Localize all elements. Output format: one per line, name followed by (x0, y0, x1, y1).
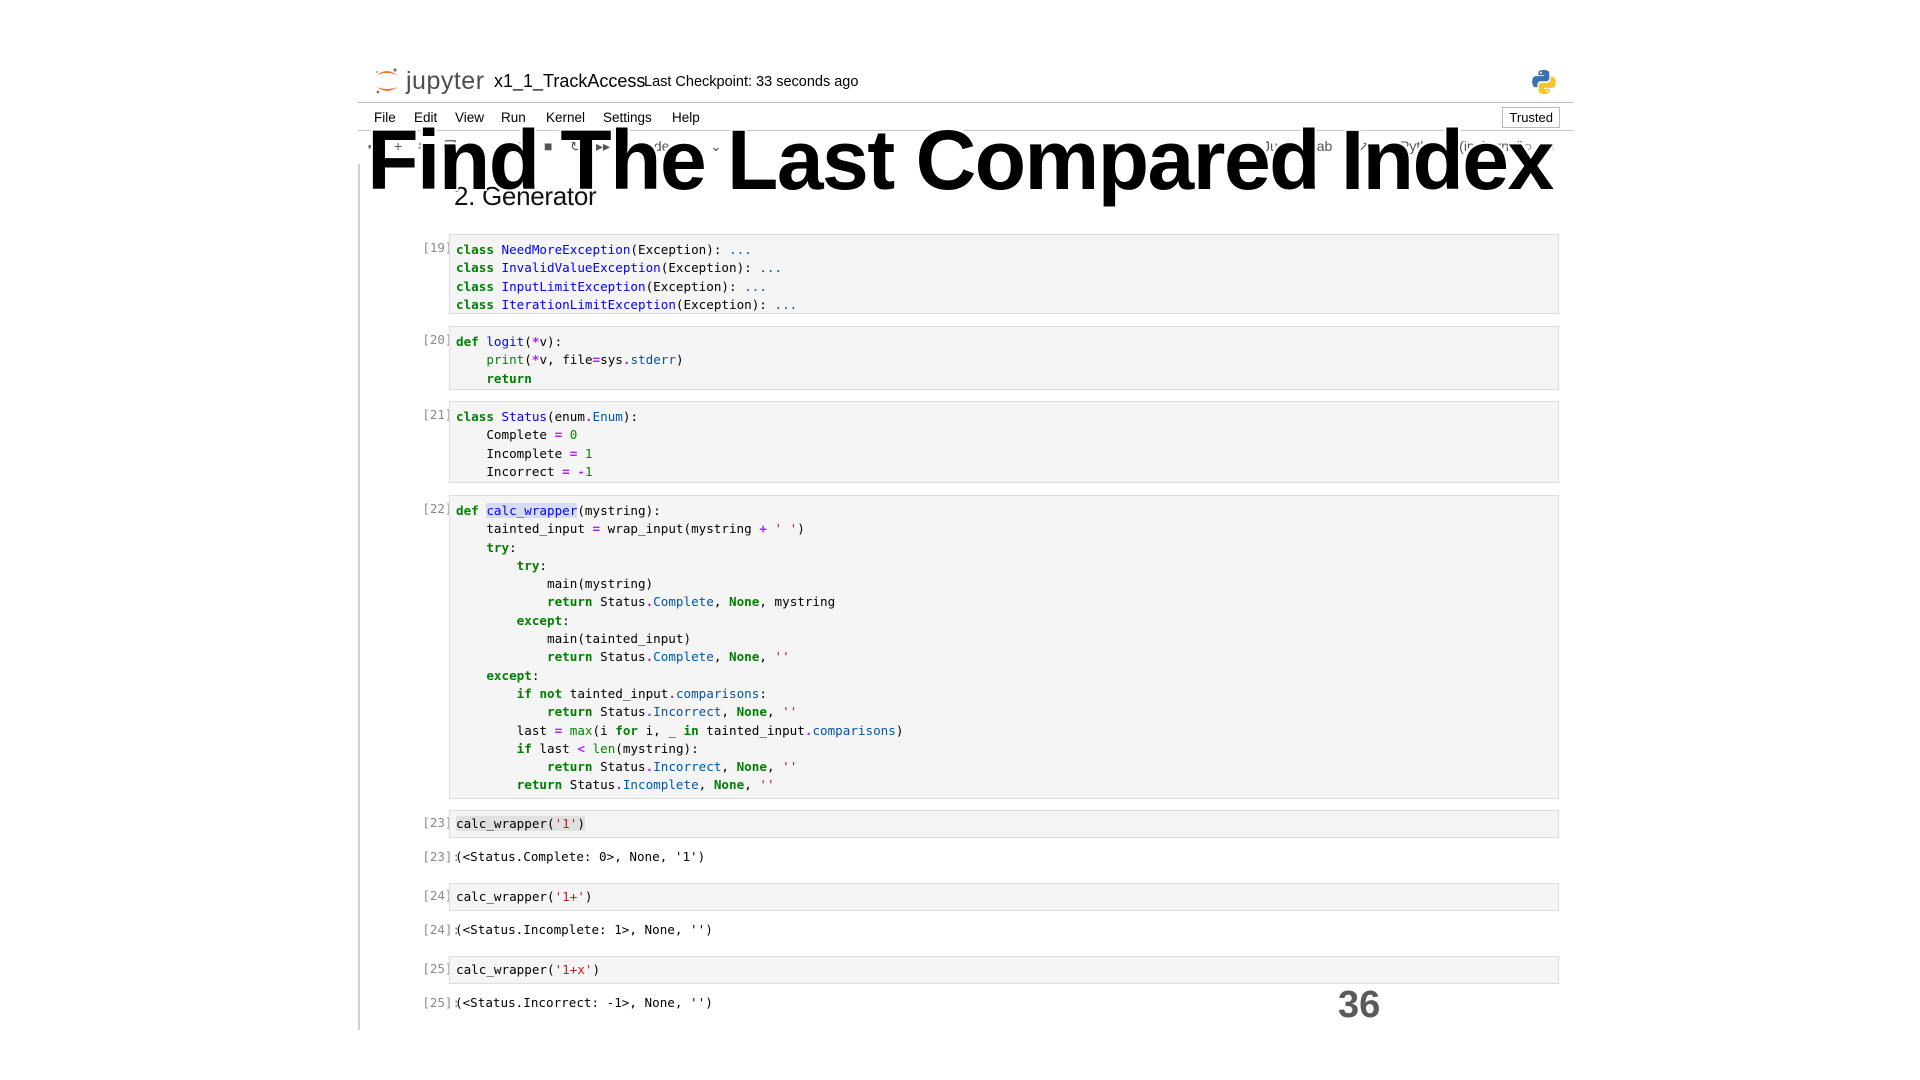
output-prompt: [25]: (422, 995, 460, 1010)
python-logo-icon (1532, 70, 1556, 94)
jupyter-wordmark: jupyter (406, 66, 485, 95)
code-text: calc_wrapper('1') (456, 816, 585, 831)
code-cell-19[interactable]: class NeedMoreException(Exception): ... … (449, 234, 1559, 314)
slide-title-overlay: Find The Last Compared Index (367, 113, 1554, 207)
jupyter-logo[interactable]: jupyter (374, 64, 485, 98)
checkpoint-status: Last Checkpoint: 33 seconds ago (644, 74, 859, 90)
code-text: def logit(*v): print(*v, file=sys.stderr… (456, 334, 684, 386)
code-text: class Status(enum.Enum): Complete = 0 In… (456, 409, 639, 479)
code-text: calc_wrapper('1+x') (456, 962, 601, 977)
code-text: class NeedMoreException(Exception): ... … (456, 242, 798, 312)
cell-gutter-rule (358, 164, 360, 1030)
code-cell-23[interactable]: calc_wrapper('1') (449, 810, 1559, 838)
code-cell-24[interactable]: calc_wrapper('1+') (449, 883, 1559, 911)
cell-output: (<Status.Incorrect: -1>, None, '') (455, 995, 713, 1010)
code-text: def calc_wrapper(mystring): tainted_inpu… (456, 503, 904, 793)
code-cell-25[interactable]: calc_wrapper('1+x') (449, 956, 1559, 984)
jupyter-logo-icon (376, 68, 397, 94)
code-cell-21[interactable]: class Status(enum.Enum): Complete = 0 In… (449, 401, 1559, 483)
code-cell-20[interactable]: def logit(*v): print(*v, file=sys.stderr… (449, 326, 1559, 390)
notebook-title[interactable]: x1_1_TrackAccess (494, 71, 645, 92)
slide-number: 36 (1338, 984, 1381, 1026)
code-cell-22[interactable]: def calc_wrapper(mystring): tainted_inpu… (449, 495, 1559, 799)
cell-output: (<Status.Complete: 0>, None, '1') (455, 849, 706, 864)
output-prompt: [23]: (422, 849, 460, 864)
cell-output: (<Status.Incomplete: 1>, None, '') (455, 922, 713, 937)
code-text: calc_wrapper('1+') (456, 889, 593, 904)
notebook-header: jupyter x1_1_TrackAccess Last Checkpoint… (358, 60, 1574, 103)
output-prompt: [24]: (422, 922, 460, 937)
